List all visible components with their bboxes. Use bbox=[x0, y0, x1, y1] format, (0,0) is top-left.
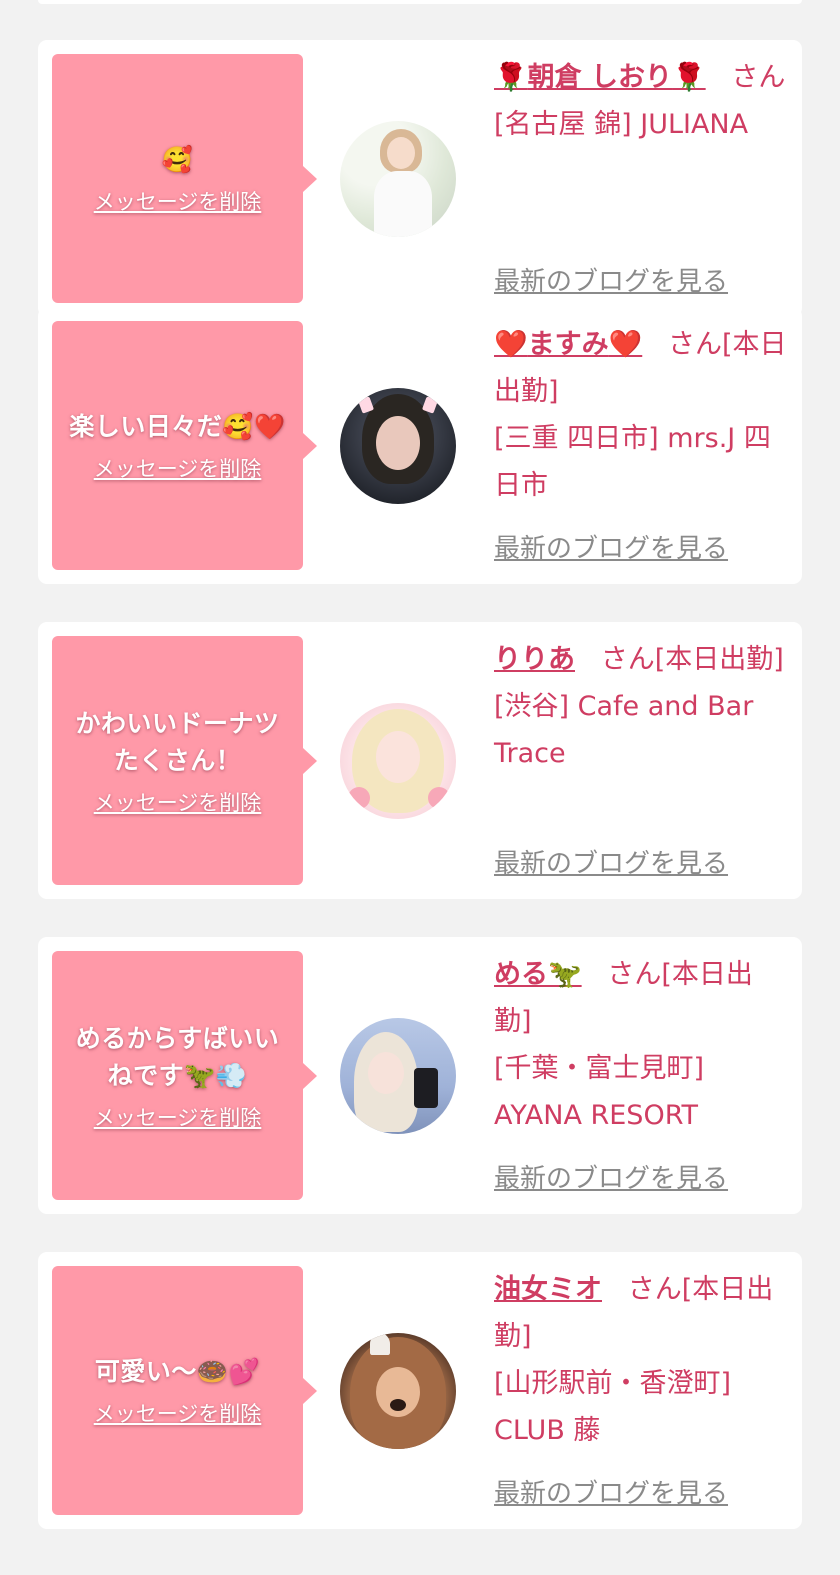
sender-info: 🌹朝倉 しおり🌹 さん [名古屋 錦] JULIANA bbox=[494, 54, 790, 148]
avatar[interactable] bbox=[340, 388, 456, 504]
shop-info: [渋谷] Cafe and Bar Trace bbox=[494, 691, 754, 769]
latest-blog-link[interactable]: 最新のブログを見る bbox=[494, 1162, 728, 1196]
sender-name: 油女ミオ bbox=[494, 1274, 602, 1305]
delete-message-link[interactable]: メッセージを削除 bbox=[94, 186, 262, 216]
bubble-tail bbox=[303, 165, 317, 192]
avatar[interactable] bbox=[340, 1333, 456, 1449]
shop-info: [三重 四日市] mrs.J 四日市 bbox=[494, 423, 771, 501]
sender-info: りりあ さん[本日出勤] [渋谷] Cafe and Bar Trace bbox=[494, 636, 790, 777]
message-bubble: かわいいドーナツ たくさん！ メッセージを削除 bbox=[52, 636, 317, 885]
message-bubble: めるからすばいい ねです🦖💨 メッセージを削除 bbox=[52, 951, 317, 1200]
message-bubble: 可愛い〜🍩💕 メッセージを削除 bbox=[52, 1266, 317, 1515]
message-card: 🥰 メッセージを削除 🌹朝倉 しおり🌹 さん [名古屋 錦] JULIANA 最… bbox=[38, 40, 802, 317]
sender-info: める🦖 さん[本日出勤] [千葉・富士見町] AYANA RESORT bbox=[494, 951, 790, 1139]
sender-info: ❤️ますみ❤️ さん[本日出勤] [三重 四日市] mrs.J 四日市 bbox=[494, 321, 790, 509]
delete-message-link[interactable]: メッセージを削除 bbox=[94, 1398, 262, 1428]
bubble-tail bbox=[303, 1062, 317, 1089]
latest-blog-link[interactable]: 最新のブログを見る bbox=[494, 847, 728, 881]
message-text: 楽しい日々だ🥰❤️ bbox=[69, 412, 286, 441]
bubble-tail bbox=[303, 432, 317, 459]
latest-blog-link[interactable]: 最新のブログを見る bbox=[494, 532, 728, 566]
latest-blog-link[interactable]: 最新のブログを見る bbox=[494, 1477, 728, 1511]
bubble-tail bbox=[303, 1377, 317, 1404]
honorific: さん[本日出勤] bbox=[600, 644, 784, 675]
delete-message-link[interactable]: メッセージを削除 bbox=[94, 787, 262, 817]
message-text: めるからすばいい ねです🦖💨 bbox=[75, 1023, 280, 1090]
shop-info: [名古屋 錦] JULIANA bbox=[494, 109, 749, 140]
bubble-tail bbox=[303, 747, 317, 774]
latest-blog-link[interactable]: 最新のブログを見る bbox=[494, 265, 728, 299]
sender-name-link[interactable]: 油女ミオ bbox=[494, 1274, 602, 1305]
message-card: 楽しい日々だ🥰❤️ メッセージを削除 ❤️ますみ❤️ さん[本日出勤] [三重 … bbox=[38, 307, 802, 584]
shop-info: [千葉・富士見町] AYANA RESORT bbox=[494, 1053, 705, 1131]
sender-name: 朝倉 しおり bbox=[527, 62, 673, 93]
sender-name-link[interactable]: ❤️ますみ❤️ bbox=[494, 329, 642, 360]
sender-name: める🦖 bbox=[494, 959, 582, 990]
message-text: 🥰 bbox=[161, 145, 194, 174]
rose-icon: 🌹 bbox=[672, 62, 706, 93]
sender-name: ますみ bbox=[527, 329, 609, 360]
heart-icon: ❤️ bbox=[608, 329, 643, 360]
message-bubble: 🥰 メッセージを削除 bbox=[52, 54, 317, 303]
rose-icon: 🌹 bbox=[494, 62, 528, 93]
sender-name-link[interactable]: りりあ bbox=[494, 644, 575, 675]
avatar[interactable] bbox=[340, 1018, 456, 1134]
heart-icon: ❤️ bbox=[494, 329, 528, 360]
message-text: かわいいドーナツ たくさん！ bbox=[75, 708, 280, 775]
shop-info: [山形駅前・香澄町] CLUB 藤 bbox=[494, 1368, 732, 1446]
message-card: かわいいドーナツ たくさん！ メッセージを削除 りりあ さん[本日出勤] [渋谷… bbox=[38, 622, 802, 899]
message-list: 🥰 メッセージを削除 🌹朝倉 しおり🌹 さん [名古屋 錦] JULIANA 最… bbox=[0, 0, 840, 1575]
honorific: さん bbox=[731, 62, 786, 93]
sender-name: りりあ bbox=[494, 644, 575, 675]
delete-message-link[interactable]: メッセージを削除 bbox=[94, 453, 262, 483]
message-card: 可愛い〜🍩💕 メッセージを削除 油女ミオ さん[本日出勤] [山形駅前・香澄町]… bbox=[38, 1252, 802, 1529]
avatar[interactable] bbox=[340, 121, 456, 237]
sender-name-link[interactable]: 🌹朝倉 しおり🌹 bbox=[494, 62, 706, 93]
message-text: 可愛い〜🍩💕 bbox=[94, 1357, 261, 1386]
sender-info: 油女ミオ さん[本日出勤] [山形駅前・香澄町] CLUB 藤 bbox=[494, 1266, 790, 1454]
message-card: めるからすばいい ねです🦖💨 メッセージを削除 める🦖 さん[本日出勤] [千葉… bbox=[38, 937, 802, 1214]
message-bubble: 楽しい日々だ🥰❤️ メッセージを削除 bbox=[52, 321, 317, 570]
avatar[interactable] bbox=[340, 703, 456, 819]
sender-name-link[interactable]: める🦖 bbox=[494, 959, 582, 990]
delete-message-link[interactable]: メッセージを削除 bbox=[94, 1102, 262, 1132]
